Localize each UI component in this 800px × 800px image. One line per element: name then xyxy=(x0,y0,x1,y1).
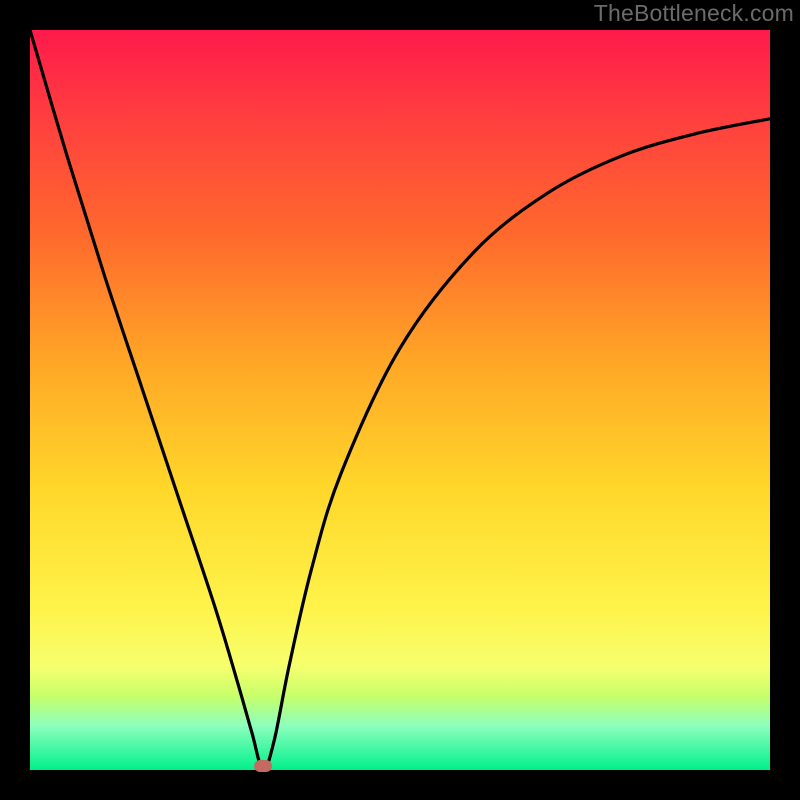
chart-container: TheBottleneck.com xyxy=(0,0,800,800)
bottleneck-curve-svg xyxy=(30,30,770,770)
optimal-point-marker xyxy=(254,760,272,772)
bottleneck-curve-path xyxy=(30,30,770,770)
watermark-text: TheBottleneck.com xyxy=(594,0,794,27)
